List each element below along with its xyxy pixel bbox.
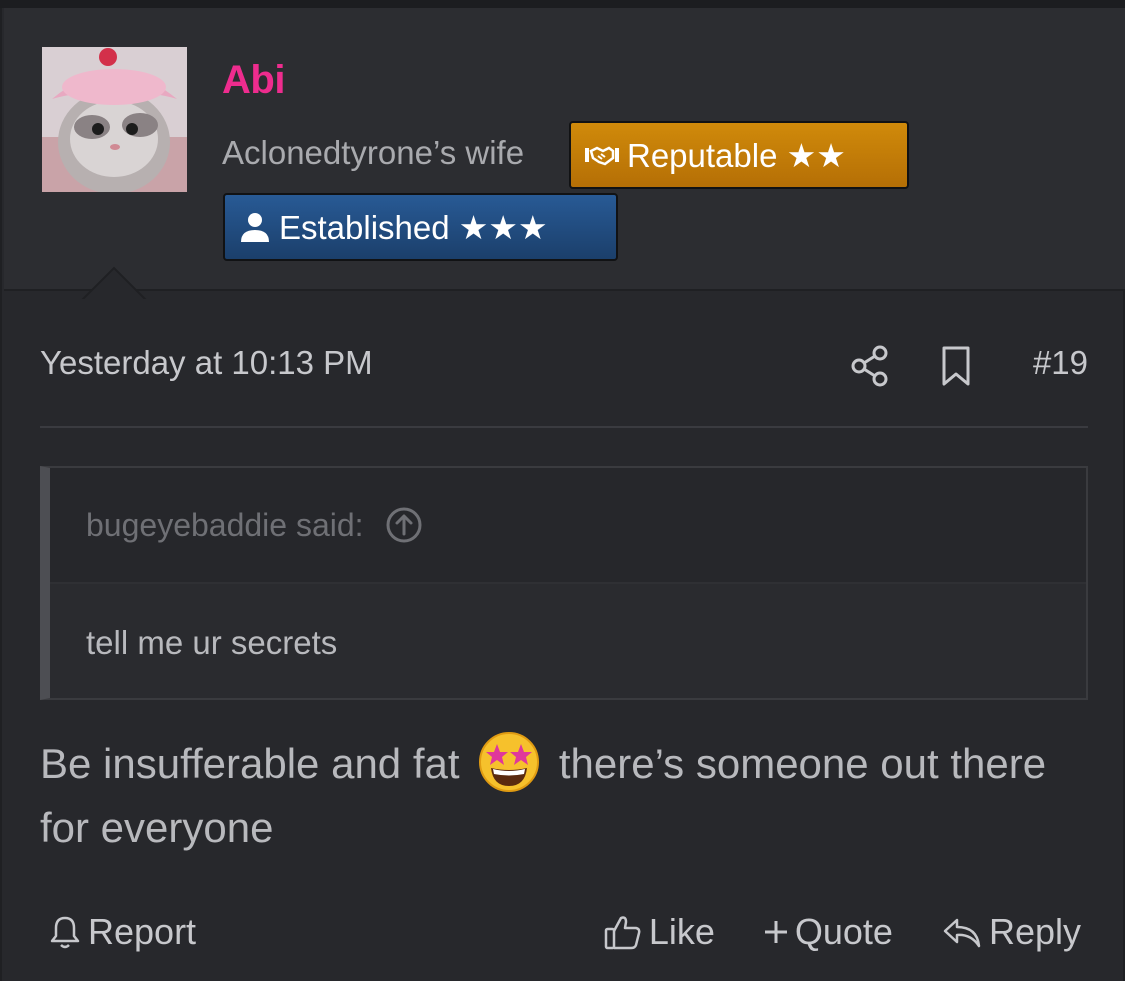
divider	[40, 426, 1088, 428]
user-block-pointer	[80, 266, 148, 302]
reply-icon	[943, 918, 981, 948]
quote-header[interactable]: bugeyebaddie said:	[50, 468, 1086, 584]
star-struck-emoji-icon	[479, 732, 540, 792]
user-icon	[241, 213, 269, 242]
share-icon[interactable]	[850, 344, 890, 388]
post-actions-right: Like Quote Reply	[603, 904, 1081, 960]
like-label: Like	[648, 911, 715, 952]
quote-text: tell me ur secrets	[86, 624, 338, 661]
post-container: Abi Aclonedtyrone’s wife Reputable ★★ Es…	[0, 8, 1125, 981]
post-actions-left: Report	[48, 904, 196, 960]
post-timestamp[interactable]: Yesterday at 10:13 PM	[40, 344, 373, 382]
quote-author[interactable]: bugeyebaddie said:	[86, 507, 364, 544]
top-bar	[0, 0, 1125, 8]
plus-icon	[764, 921, 787, 943]
post-message: Be insufferable and fat there’s someone …	[40, 730, 1090, 860]
established-badge-label: Established ★★★	[279, 208, 548, 246]
reputable-badge-label: Reputable ★★	[627, 136, 846, 174]
bookmark-icon[interactable]	[938, 344, 974, 388]
quote-label: Quote	[794, 911, 893, 952]
reputable-badge: Reputable ★★	[569, 121, 909, 189]
like-button[interactable]: Like	[603, 911, 715, 953]
kitten-avatar-image	[42, 47, 187, 192]
bell-icon	[50, 916, 80, 949]
thumbs-up-icon	[604, 916, 641, 950]
username[interactable]: Abi	[222, 58, 285, 103]
avatar[interactable]	[42, 47, 187, 192]
post-number[interactable]: #19	[1033, 344, 1088, 382]
reply-label: Reply	[988, 911, 1081, 952]
report-label: Report	[88, 911, 197, 952]
established-badge: Established ★★★	[223, 193, 618, 261]
user-title: Aclonedtyrone’s wife	[222, 134, 525, 171]
arrow-up-circle-icon[interactable]	[384, 505, 424, 545]
user-info-block: Abi Aclonedtyrone’s wife Reputable ★★ Es…	[4, 8, 1125, 302]
quote-button[interactable]: Quote	[763, 911, 893, 953]
message-text-part1: Be insufferable and fat	[40, 740, 460, 787]
report-button[interactable]: Report	[48, 911, 196, 953]
handshake-icon	[585, 146, 619, 166]
quote-block: bugeyebaddie said: tell me ur secrets	[40, 466, 1088, 700]
reply-button[interactable]: Reply	[941, 911, 1081, 953]
post-meta: Yesterday at 10:13 PM #19	[40, 334, 1088, 398]
